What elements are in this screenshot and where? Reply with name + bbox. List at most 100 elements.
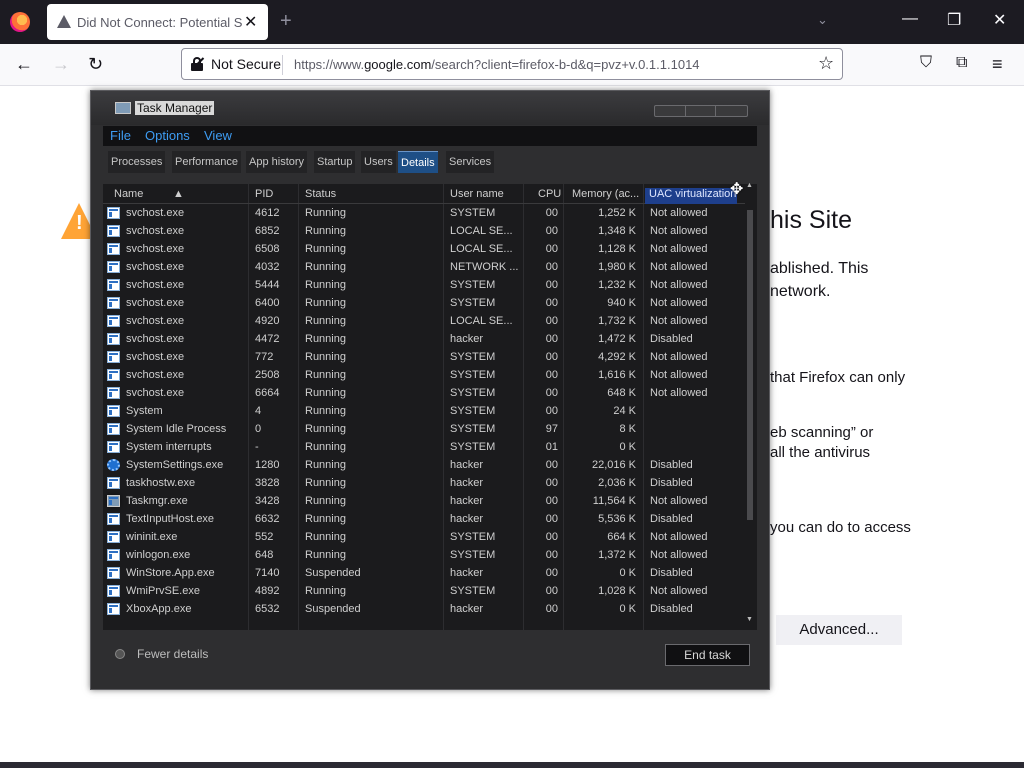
column-header-uac[interactable]: UAC virtualization [645, 188, 737, 204]
chevron-down-icon[interactable]: ⌄ [817, 12, 828, 28]
table-row[interactable]: svchost.exe 4032 Running NETWORK ... 00 1,980… [103, 258, 745, 276]
close-tab-icon[interactable]: ✕ [244, 12, 257, 32]
cell-status: Running [305, 585, 346, 597]
cell-status: Running [305, 333, 346, 345]
column-header-status[interactable]: Status [305, 188, 336, 200]
table-row[interactable]: WinStore.App.exe 7140 Suspended hacker 00 0 K… [103, 564, 745, 582]
table-row[interactable]: System Idle Process 0 Running SYSTEM 97 8 K [103, 420, 745, 438]
cell-name: SystemSettings.exe [126, 459, 224, 471]
scrollbar-thumb[interactable] [747, 210, 753, 520]
restore-icon[interactable]: ❐ [947, 10, 961, 30]
table-row[interactable]: XboxApp.exe 6532 Suspended hacker 00 0 K Disab… [103, 600, 745, 618]
table-row[interactable]: WmiPrvSE.exe 4892 Running SYSTEM 00 1,028 K No… [103, 582, 745, 600]
url-text[interactable]: https://www.google.com/search?client=fir… [294, 57, 700, 72]
insecure-lock-icon[interactable] [190, 57, 205, 71]
table-row[interactable]: System interrupts - Running SYSTEM 01 0 K [103, 438, 745, 456]
cell-name: winlogon.exe [126, 549, 191, 561]
forward-arrow-icon[interactable]: → [52, 54, 70, 75]
tab-title: Did Not Connect: Potential Security Issu… [77, 15, 242, 30]
cell-mem: 22,016 K [591, 459, 636, 471]
menu-options[interactable]: Options [145, 128, 190, 143]
tab-startup[interactable]: Startup [314, 151, 356, 173]
cell-mem: 1,616 K [598, 369, 636, 381]
tab-details[interactable]: Details [398, 151, 438, 173]
address-bar[interactable]: Not Secure https://www.google.com/search… [181, 48, 843, 80]
advanced-button[interactable]: Advanced... [776, 615, 902, 645]
cell-mem: 1,232 K [598, 279, 636, 291]
table-row[interactable]: svchost.exe 772 Running SYSTEM 00 4,292 K Not … [103, 348, 745, 366]
column-header-name[interactable]: Name [114, 188, 143, 200]
cell-name: svchost.exe [126, 315, 185, 327]
end-task-button[interactable]: End task [665, 644, 750, 666]
table-row[interactable]: svchost.exe 4472 Running hacker 00 1,472 K Dis… [103, 330, 745, 348]
bookmark-star-icon[interactable]: ☆ [818, 53, 834, 74]
table-row[interactable]: svchost.exe 6508 Running LOCAL SE... 00 1,128… [103, 240, 745, 258]
table-row[interactable]: svchost.exe 6400 Running SYSTEM 00 940 K Not a… [103, 294, 745, 312]
cell-cpu: 00 [545, 243, 558, 255]
cell-name: svchost.exe [126, 333, 185, 345]
not-secure-label[interactable]: Not Secure [211, 56, 281, 72]
fewer-details-link[interactable]: Fewer details [137, 647, 208, 661]
menu-file[interactable]: File [110, 128, 131, 143]
table-row[interactable]: Taskmgr.exe 3428 Running hacker 00 11,564 K No… [103, 492, 745, 510]
task-manager-icon [115, 102, 131, 114]
cell-cpu: 00 [545, 279, 558, 291]
table-row[interactable]: svchost.exe 2508 Running SYSTEM 00 1,616 K Not… [103, 366, 745, 384]
cell-pid: 6664 [255, 387, 280, 399]
tab-performance[interactable]: Performance [172, 151, 241, 173]
window-controls[interactable] [654, 105, 748, 117]
scroll-up-icon[interactable]: ▲ [746, 182, 753, 189]
table-row[interactable]: svchost.exe 4920 Running LOCAL SE... 00 1,732… [103, 312, 745, 330]
cell-pid: 2508 [255, 369, 280, 381]
tab-app-history[interactable]: App history [246, 151, 308, 173]
task-manager-window: Task Manager File Options View Processes… [90, 90, 770, 690]
hamburger-menu-icon[interactable]: ≡ [992, 54, 1003, 75]
process-icon [107, 423, 120, 435]
cell-user: hacker [450, 567, 484, 579]
table-row[interactable]: SystemSettings.exe 1280 Running hacker 00 22,… [103, 456, 745, 474]
table-row[interactable]: wininit.exe 552 Running SYSTEM 00 664 K Not al… [103, 528, 745, 546]
scroll-down-icon[interactable]: ▼ [746, 616, 753, 623]
chevron-up-icon[interactable] [115, 649, 125, 659]
table-row[interactable]: System 4 Running SYSTEM 00 24 K [103, 402, 745, 420]
vertical-scrollbar[interactable]: ▲ ▼ [745, 182, 755, 630]
browser-tab-active[interactable]: Did Not Connect: Potential Security Issu… [47, 4, 268, 40]
table-row[interactable]: svchost.exe 6664 Running SYSTEM 00 648 K Not a… [103, 384, 745, 402]
menu-view[interactable]: View [204, 128, 232, 143]
table-row[interactable]: winlogon.exe 648 Running SYSTEM 00 1,372 K Not… [103, 546, 745, 564]
cell-cpu: 00 [545, 495, 558, 507]
back-arrow-icon[interactable]: ← [15, 54, 33, 75]
cell-uac: Not allowed [650, 387, 708, 399]
column-header-cpu[interactable]: CPU [538, 188, 561, 200]
close-window-icon[interactable]: ✕ [993, 10, 1006, 30]
minimize-icon[interactable]: — [902, 10, 918, 28]
tab-services[interactable]: Services [446, 151, 495, 173]
table-row[interactable]: svchost.exe 5444 Running SYSTEM 00 1,232 K Not… [103, 276, 745, 294]
cell-mem: 1,348 K [598, 225, 636, 237]
task-manager-titlebar[interactable]: Task Manager [91, 91, 769, 125]
minimize-button[interactable] [685, 106, 686, 116]
table-row[interactable]: svchost.exe 6852 Running LOCAL SE... 00 1,348… [103, 222, 745, 240]
tab-processes[interactable]: Processes [108, 151, 166, 173]
tab-users[interactable]: Users [361, 151, 396, 173]
cell-mem: 664 K [607, 531, 636, 543]
pocket-icon[interactable]: ⛉ [920, 54, 932, 72]
column-header-pid[interactable]: PID [255, 188, 273, 200]
table-row[interactable]: taskhostw.exe 3828 Running hacker 00 2,036 K D… [103, 474, 745, 492]
maximize-button[interactable] [715, 106, 716, 116]
cell-pid: 772 [255, 351, 274, 363]
column-header-memory[interactable]: Memory (ac... [572, 188, 640, 200]
process-icon [107, 567, 120, 579]
cell-cpu: 97 [545, 423, 558, 435]
cell-pid: 4920 [255, 315, 280, 327]
reload-icon[interactable]: ↻ [88, 54, 103, 75]
extensions-icon[interactable]: ⧉ [956, 54, 967, 72]
new-tab-icon[interactable]: + [280, 10, 292, 33]
firefox-logo-icon[interactable] [10, 12, 30, 32]
cell-user: SYSTEM [450, 351, 496, 363]
table-row[interactable]: TextInputHost.exe 6632 Running hacker 00 5,53… [103, 510, 745, 528]
cell-cpu: 00 [545, 261, 558, 273]
process-icon [107, 369, 120, 381]
column-header-user[interactable]: User name [450, 188, 504, 200]
table-row[interactable]: svchost.exe 4612 Running SYSTEM 00 1,252 K Not… [103, 204, 745, 222]
